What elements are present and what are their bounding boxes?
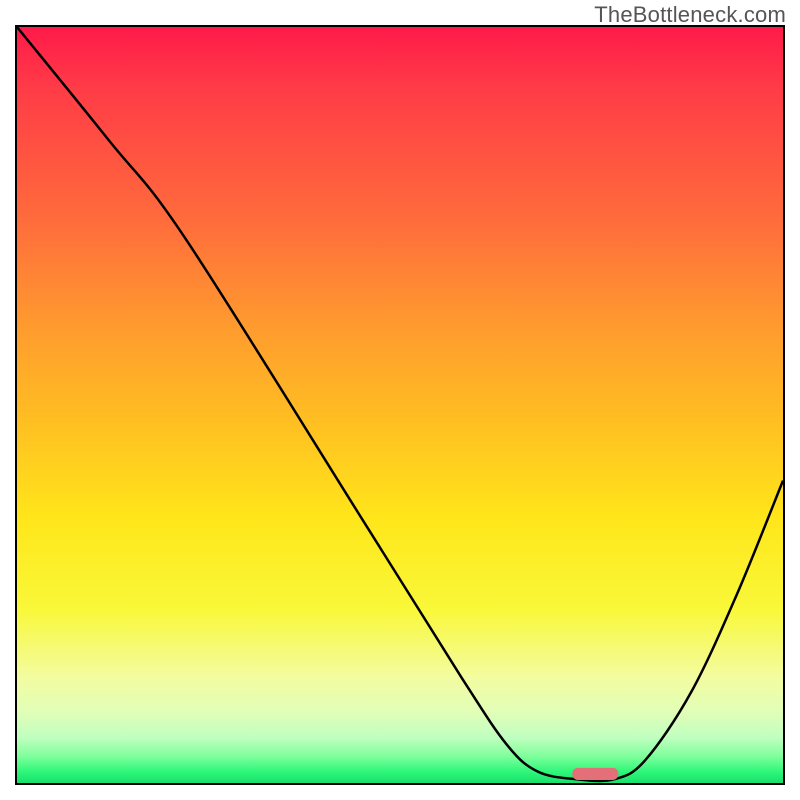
optimal-zone-marker	[572, 768, 618, 780]
chart-plot	[17, 27, 783, 783]
bottleneck-curve	[17, 27, 783, 781]
chart-frame	[15, 25, 785, 785]
